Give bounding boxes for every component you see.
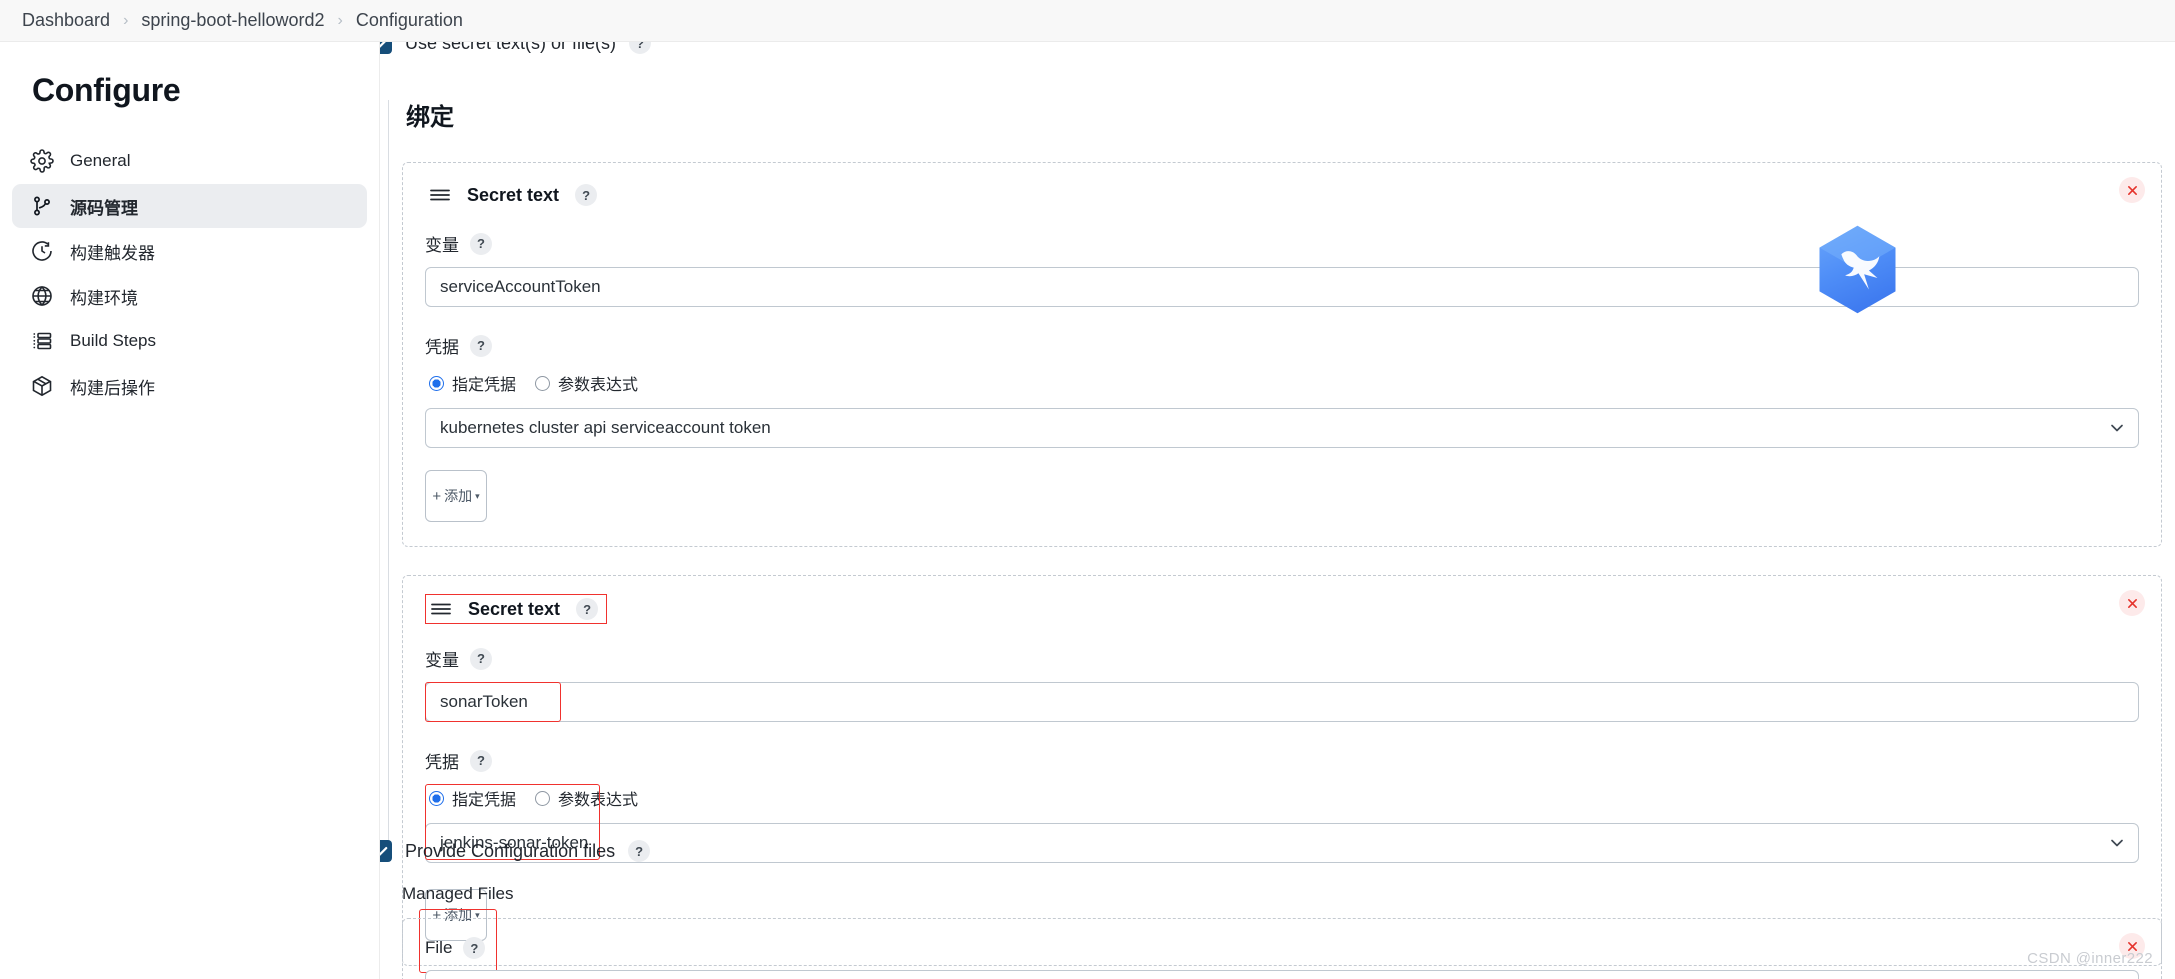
help-icon[interactable]: ? <box>470 232 492 255</box>
file-select[interactable]: MyGlobalSettings222 <box>425 970 2139 979</box>
help-icon[interactable]: ? <box>576 598 599 620</box>
variable-label: 变量 <box>425 651 459 670</box>
credential-mode-radio-group: 指定凭据 参数表达式 <box>425 784 642 812</box>
sidebar-item-label: General <box>70 151 131 170</box>
file-label-row: File ? <box>425 937 2139 959</box>
sidebar-item-build-triggers[interactable]: 构建触发器 <box>12 229 367 273</box>
add-credential-button[interactable]: + 添加 ▾ <box>425 470 487 522</box>
sidebar-item-label: 构建环境 <box>70 288 138 308</box>
credential-select[interactable]: kubernetes cluster api serviceaccount to… <box>425 408 2139 448</box>
drag-handle-icon[interactable] <box>429 187 451 203</box>
file-label: File <box>425 938 453 957</box>
sidebar-item-general[interactable]: General <box>12 139 367 183</box>
sidebar-item-label: 构建后操作 <box>70 378 155 398</box>
variable-input[interactable]: serviceAccountToken <box>425 267 2139 307</box>
help-icon[interactable]: ? <box>470 749 492 772</box>
remove-binding-button[interactable] <box>2119 590 2145 616</box>
clock-icon <box>30 239 54 263</box>
managed-files-label: Managed Files <box>402 884 514 903</box>
provide-config-files-checkbox[interactable] <box>380 840 392 862</box>
chevron-down-icon: ▾ <box>475 490 480 501</box>
sidebar-item-label: 构建触发器 <box>70 243 155 263</box>
help-icon[interactable]: ? <box>629 42 652 54</box>
main-content: Use secret text(s) or file(s) ? 绑定 Secre… <box>380 42 2175 979</box>
credential-mode-radio-group: 指定凭据 参数表达式 <box>425 369 642 397</box>
credential-select-wrapper: kubernetes cluster api serviceaccount to… <box>425 408 2139 448</box>
help-icon[interactable]: ? <box>470 334 492 357</box>
credential-label-row: 凭据 ? <box>425 748 2139 773</box>
radio-specific-credential[interactable]: 指定凭据 <box>429 371 516 395</box>
use-secret-text-row: Use secret text(s) or file(s) ? <box>380 42 652 54</box>
radio-parameter-expression[interactable]: 参数表达式 <box>535 371 638 395</box>
help-icon[interactable]: ? <box>628 840 651 862</box>
provide-config-files-label: Provide Configuration files <box>405 840 616 861</box>
sidebar: Configure General 源码管理 构建触发器 构建环境 Build … <box>0 42 380 979</box>
variable-label-row: 变量 ? <box>425 646 2139 671</box>
provide-config-files-row: Provide Configuration files ? <box>380 840 651 862</box>
breadcrumb-separator-icon: › <box>337 11 343 29</box>
breadcrumb-item-configuration[interactable]: Configuration <box>356 10 463 31</box>
sidebar-item-build-steps[interactable]: Build Steps <box>12 319 367 363</box>
page-title: Configure <box>32 72 181 108</box>
radio-label: 指定凭据 <box>452 792 517 809</box>
globe-icon <box>30 284 54 308</box>
sidebar-item-post-build-actions[interactable]: 构建后操作 <box>12 364 367 408</box>
credential-select[interactable]: jenkins-sonar-token <box>425 823 2139 863</box>
managed-file-entry: File ? MyGlobalSettings222 <box>402 918 2162 979</box>
breadcrumb: Dashboard › spring-boot-helloword2 › Con… <box>0 0 2175 42</box>
radio-label: 参数表达式 <box>558 377 639 394</box>
help-icon[interactable]: ? <box>575 184 598 206</box>
radio-specific-credential[interactable]: 指定凭据 <box>429 786 516 810</box>
credential-label: 凭据 <box>425 338 459 357</box>
radio-dot-icon <box>429 790 444 806</box>
radio-label: 参数表达式 <box>558 792 639 809</box>
breadcrumb-item-job[interactable]: spring-boot-helloword2 <box>141 10 324 31</box>
source-branch-icon <box>30 194 54 218</box>
help-icon[interactable]: ? <box>470 647 492 670</box>
variable-label-row: 变量 ? <box>425 231 2139 256</box>
add-button-label: 添加 <box>444 487 473 504</box>
credential-label-row: 凭据 ? <box>425 333 2139 358</box>
use-secret-text-checkbox[interactable] <box>380 42 392 54</box>
breadcrumb-separator-icon: › <box>123 11 129 29</box>
radio-dot-icon <box>535 375 551 391</box>
sidebar-item-source-control[interactable]: 源码管理 <box>12 184 367 228</box>
credential-select-wrapper: jenkins-sonar-token <box>425 823 2139 863</box>
binding-type-label: Secret text <box>468 598 561 619</box>
binding-type-label: Secret text <box>467 184 560 205</box>
binding-entry: Secret text ? 变量 ? serviceAccountToken 凭… <box>402 162 2162 547</box>
radio-parameter-expression[interactable]: 参数表达式 <box>535 786 638 810</box>
use-secret-text-label: Use secret text(s) or file(s) <box>405 42 617 53</box>
binding-header[interactable]: Secret text ? <box>425 594 608 624</box>
csdn-watermark: CSDN @inner222 <box>2027 950 2153 967</box>
list-icon <box>30 329 54 353</box>
drag-handle-icon[interactable] <box>430 601 452 617</box>
sidebar-nav: General 源码管理 构建触发器 构建环境 Build Steps 构建后操… <box>0 139 379 408</box>
breadcrumb-item-dashboard[interactable]: Dashboard <box>22 10 110 31</box>
sidebar-item-build-environment[interactable]: 构建环境 <box>12 274 367 318</box>
gear-icon <box>30 149 54 173</box>
package-icon <box>30 374 54 398</box>
section-divider-rule <box>388 100 389 860</box>
radio-label: 指定凭据 <box>452 377 517 394</box>
bindings-heading: 绑定 <box>406 104 454 131</box>
bindings-section: 绑定 Secret text ? 变量 ? serviceAccountToke… <box>402 97 2162 979</box>
radio-dot-icon <box>429 375 444 391</box>
binding-header[interactable]: Secret text ? <box>425 181 605 209</box>
variable-input[interactable]: sonarToken <box>425 682 2139 722</box>
managed-files-section: Managed Files File ? MyGlobalSettings222 <box>402 874 2162 979</box>
remove-binding-button[interactable] <box>2119 177 2145 203</box>
help-icon[interactable]: ? <box>463 937 486 959</box>
sidebar-item-label: 源码管理 <box>70 198 138 218</box>
credential-label: 凭据 <box>425 753 459 772</box>
variable-label: 变量 <box>425 236 459 255</box>
jenkins-configure-page: Dashboard › spring-boot-helloword2 › Con… <box>0 0 2175 979</box>
plus-icon: + <box>432 487 442 505</box>
radio-dot-icon <box>535 790 551 806</box>
sidebar-item-label: Build Steps <box>70 331 156 350</box>
file-select-wrapper: MyGlobalSettings222 <box>425 970 2139 979</box>
